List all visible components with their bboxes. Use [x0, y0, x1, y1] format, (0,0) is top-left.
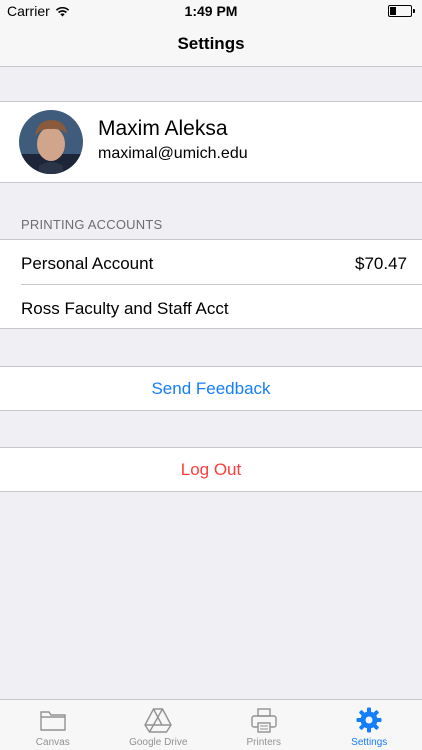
folder-icon	[40, 711, 66, 731]
account-row-personal[interactable]: Personal Account $70.47	[0, 240, 422, 285]
printer-icon	[251, 708, 277, 733]
log-out-button[interactable]: Log Out	[0, 447, 422, 492]
tab-label: Settings	[351, 737, 388, 748]
google-drive-icon	[144, 708, 172, 733]
battery-icon	[388, 5, 415, 17]
tab-label: Canvas	[35, 737, 70, 748]
send-feedback-button[interactable]: Send Feedback	[0, 366, 422, 411]
tab-google-drive[interactable]: Google Drive	[106, 700, 212, 750]
navigation-bar: Settings	[0, 22, 422, 67]
tab-canvas[interactable]: Canvas	[0, 700, 106, 750]
tab-settings[interactable]: Settings	[317, 700, 422, 750]
tab-label: Printers	[246, 737, 281, 748]
account-label: Ross Faculty and Staff Acct	[21, 299, 229, 318]
tab-printers[interactable]: Printers	[211, 700, 317, 750]
profile-name: Maxim Aleksa	[98, 117, 228, 140]
status-time: 1:49 PM	[184, 3, 238, 19]
account-label: Personal Account	[21, 254, 154, 273]
status-bar: Carrier 1:49 PM	[0, 0, 422, 22]
printing-accounts-list: Personal Account $70.47 Ross Faculty and…	[0, 239, 422, 329]
account-row-ross[interactable]: Ross Faculty and Staff Acct	[0, 285, 422, 329]
gear-icon	[356, 707, 382, 733]
page-title: Settings	[177, 34, 245, 53]
profile-card: Maxim Aleksa maximal@umich.edu	[0, 101, 422, 183]
avatar	[19, 110, 83, 174]
profile-email: maximal@umich.edu	[98, 145, 248, 162]
printing-accounts-header: PRINTING ACCOUNTS	[21, 217, 163, 232]
tab-label: Google Drive	[129, 737, 188, 748]
battery-level	[390, 7, 396, 15]
account-balance: $70.47	[355, 254, 407, 273]
tab-bar: Canvas Google Drive Printers Settings	[0, 699, 422, 750]
